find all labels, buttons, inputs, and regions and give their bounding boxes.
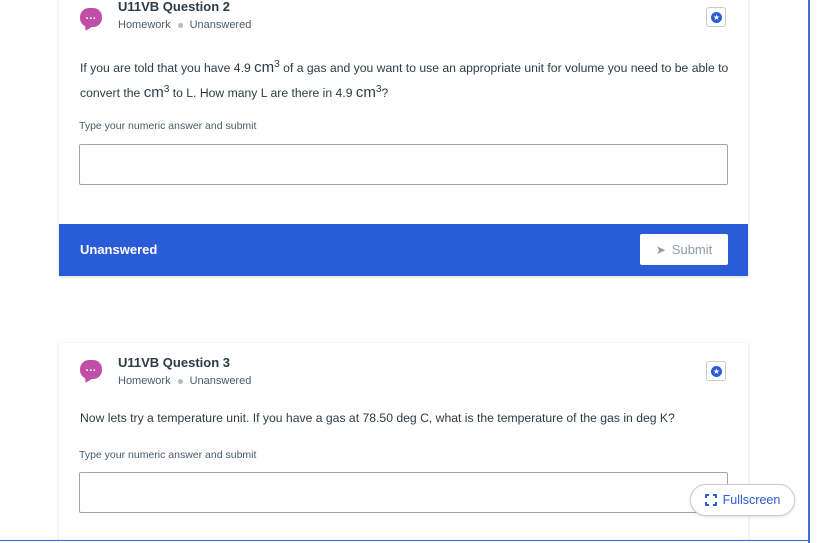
separator-dot bbox=[177, 378, 183, 384]
fullscreen-label: Fullscreen bbox=[722, 493, 781, 507]
question-status: Unanswered bbox=[189, 19, 252, 31]
fullscreen-icon bbox=[703, 493, 718, 507]
star-icon: ★ bbox=[711, 366, 722, 377]
question-status: Unanswered bbox=[189, 375, 252, 387]
send-icon: ➤ bbox=[655, 242, 666, 257]
question-prompt: Now lets try a temperature unit. If you … bbox=[80, 411, 675, 425]
chat-bubble-icon: ... bbox=[80, 8, 102, 27]
star-icon: ★ bbox=[711, 12, 722, 23]
question-card-2: ... U11VB Question 2 Homework Unanswered… bbox=[59, 0, 748, 276]
question-category: Homework bbox=[118, 375, 171, 387]
flag-question-button[interactable]: ★ bbox=[706, 361, 726, 381]
question-card-3: ... U11VB Question 3 Homework Unanswered… bbox=[59, 343, 748, 543]
submit-label: Submit bbox=[671, 242, 713, 257]
question-title: U11VB Question 2 bbox=[118, 0, 230, 14]
page: ... U11VB Question 2 Homework Unanswered… bbox=[0, 0, 818, 543]
frame-border-bottom bbox=[0, 540, 810, 541]
answer-hint: Type your numeric answer and submit bbox=[79, 120, 257, 132]
question-prompt: If you are told that you have 4.9 cm3 of… bbox=[80, 59, 729, 102]
question-title: U11VB Question 3 bbox=[118, 355, 230, 370]
question-footer: Unanswered ➤ Submit bbox=[59, 224, 748, 276]
footer-status: Unanswered bbox=[80, 242, 158, 257]
answer-hint: Type your numeric answer and submit bbox=[79, 449, 257, 461]
frame-border-right bbox=[808, 0, 810, 543]
question-meta: Homework Unanswered bbox=[118, 375, 251, 387]
question-category: Homework bbox=[118, 19, 171, 31]
numeric-answer-input[interactable] bbox=[79, 144, 728, 185]
numeric-answer-input[interactable] bbox=[79, 472, 728, 513]
flag-question-button[interactable]: ★ bbox=[706, 7, 726, 27]
chat-bubble-icon: ... bbox=[80, 360, 102, 379]
separator-dot bbox=[177, 22, 183, 28]
submit-button[interactable]: ➤ Submit bbox=[640, 234, 728, 265]
fullscreen-button[interactable]: Fullscreen bbox=[690, 484, 795, 516]
question-meta: Homework Unanswered bbox=[118, 19, 251, 31]
